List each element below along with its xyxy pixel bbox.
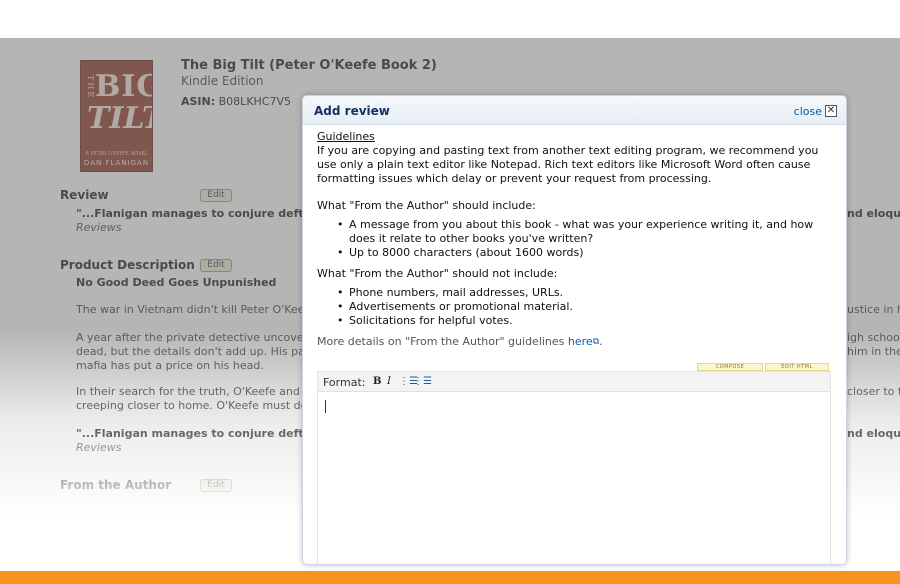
cover-word-tilt: TILT <box>87 101 152 136</box>
add-review-dialog: Add review close ✕ Guidelines If you are… <box>302 95 847 565</box>
description-heading: Product Description <box>60 258 195 272</box>
book-title: The Big Tilt (Peter O'Keefe Book 2) <box>181 58 437 73</box>
cover-word-the: THE <box>86 75 95 100</box>
author-edit-button[interactable]: Edit <box>200 479 232 492</box>
review-quote-right: nd eloqu <box>847 207 900 220</box>
list-item: Advertisements or promotional material. <box>337 300 832 314</box>
should-include-list: A message from you about this book - wha… <box>337 218 832 260</box>
format-label: Format: <box>323 376 366 389</box>
description-para2-line3: mafia has put a price on his head. <box>76 359 264 372</box>
list-item: A message from you about this book - wha… <box>337 218 832 246</box>
top-margin <box>0 0 900 38</box>
format-toolbar: Format: B I ⋮☰ ⋮☰ <box>318 372 830 392</box>
more-details-text: More details on "From the Author" guidel… <box>317 335 565 348</box>
bold-button[interactable]: B <box>373 376 381 387</box>
description-para2-line2: dead, but the details don't add up. His … <box>76 345 312 358</box>
close-link[interactable]: close <box>794 105 822 118</box>
close-icon[interactable]: ✕ <box>825 105 837 117</box>
screenshot-stage: THE BIG TILT A PETER O'KEEFE NOVEL DAN F… <box>0 0 900 584</box>
description-para2-line2-right: him in the <box>847 345 900 358</box>
description-para3-line2: creeping closer to home. O'Keefe must de <box>76 399 308 412</box>
bottom-accent-bar <box>0 571 900 584</box>
description-para3-line1-right: closer to t <box>847 385 900 398</box>
description-edit-button[interactable]: Edit <box>200 259 232 272</box>
book-cover-image: THE BIG TILT A PETER O'KEEFE NOVEL DAN F… <box>80 60 153 172</box>
editor-textarea[interactable] <box>318 393 830 564</box>
book-asin: ASIN: B08LKHC7V5 <box>181 95 291 108</box>
bulleted-list-icon[interactable]: ⋮☰ <box>413 376 432 387</box>
guidelines-text: If you are copying and pasting text from… <box>317 144 819 185</box>
italic-button[interactable]: I <box>387 376 391 387</box>
description-subhead: No Good Deed Goes Unpunished <box>76 276 277 289</box>
description-quote-right: nd eloqu <box>847 427 900 440</box>
text-caret <box>325 400 326 413</box>
review-editor: Format: B I ⋮☰ ⋮☰ <box>317 371 831 564</box>
should-not-include-heading: What "From the Author" should not includ… <box>317 267 558 280</box>
guidelines-here-link[interactable]: here <box>568 335 593 348</box>
book-format: Kindle Edition <box>181 74 264 88</box>
list-item: Up to 8000 characters (about 1600 words) <box>337 246 832 260</box>
cover-word-big: BIG <box>95 69 152 104</box>
tab-compose[interactable]: COMPOSE <box>697 363 763 371</box>
author-heading: From the Author <box>60 478 172 492</box>
description-para1: The war in Vietnam didn't kill Peter O'K… <box>76 303 316 316</box>
dialog-body: Guidelines If you are copying and pastin… <box>317 130 832 349</box>
list-item: Solicitations for helpful votes. <box>337 314 832 328</box>
description-para3-line1: In their search for the truth, O'Keefe a… <box>76 385 307 398</box>
description-para1-right: ustice in h <box>847 303 900 316</box>
should-include-heading: What "From the Author" should include: <box>317 199 536 212</box>
review-source: Reviews <box>76 221 122 234</box>
dialog-title: Add review <box>314 104 390 118</box>
more-details: More details on "From the Author" guidel… <box>317 335 832 349</box>
review-edit-button[interactable]: Edit <box>200 189 232 202</box>
asin-value: B08LKHC7V5 <box>218 95 291 108</box>
dialog-header: Add review close ✕ <box>303 96 846 125</box>
review-heading: Review <box>60 188 109 202</box>
review-quote: "...Flanigan manages to conjure deft, l <box>76 207 316 220</box>
description-quote: "...Flanigan manages to conjure deft, l <box>76 427 316 440</box>
description-source: Reviews <box>76 441 122 454</box>
tab-edit-html[interactable]: EDIT HTML <box>765 363 829 371</box>
description-para2-line1: A year after the private detective uncov… <box>76 331 315 344</box>
cover-author: DAN FLANIGAN <box>83 159 150 167</box>
more-details-end: . <box>599 335 603 348</box>
list-item: Phone numbers, mail addresses, URLs. <box>337 286 832 300</box>
guidelines-heading: Guidelines <box>317 130 375 143</box>
description-para2-line1-right: igh school <box>847 331 900 344</box>
should-not-include-list: Phone numbers, mail addresses, URLs. Adv… <box>337 286 832 328</box>
cover-tagline: A PETER O'KEEFE NOVEL <box>85 151 148 157</box>
asin-label: ASIN: <box>181 95 216 108</box>
